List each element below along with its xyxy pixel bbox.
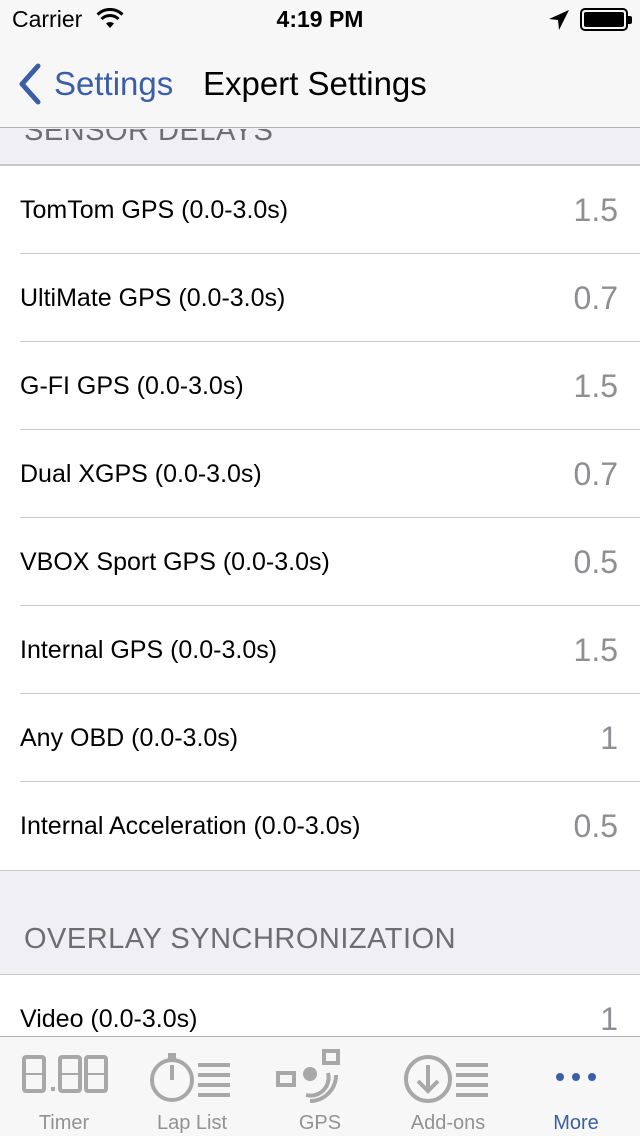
location-arrow-icon [549, 10, 569, 30]
tab-label: Lap List [156, 1112, 228, 1134]
list-item[interactable]: TomTom GPS (0.0-3.0s) 1.5 [0, 166, 640, 254]
list-item[interactable]: Any OBD (0.0-3.0s) 1 [0, 694, 640, 782]
row-value: 1.5 [573, 368, 618, 404]
row-value: 1 [600, 720, 618, 756]
row-value: 0.5 [573, 544, 618, 580]
row-label: Dual XGPS (0.0-3.0s) [20, 460, 262, 488]
row-label: TomTom GPS (0.0-3.0s) [20, 196, 289, 224]
tab-timer[interactable]: Timer [0, 1037, 128, 1136]
list-item[interactable]: Video (0.0-3.0s) 1 [0, 975, 640, 1036]
list-item[interactable]: Dual XGPS (0.0-3.0s) 0.7 [0, 430, 640, 518]
row-label: Internal Acceleration (0.0-3.0s) [20, 812, 361, 840]
tab-label: GPS [298, 1112, 342, 1134]
list-item[interactable]: Internal Acceleration (0.0-3.0s) 0.5 [0, 782, 640, 870]
row-value: 1.5 [573, 192, 618, 228]
back-button-label: Settings [54, 65, 174, 102]
section-header-sensor-delays: SENSOR DELAYS [0, 129, 640, 165]
row-label: Internal GPS (0.0-3.0s) [20, 636, 278, 664]
page-title: Expert Settings [203, 65, 427, 102]
tab-lap-list[interactable]: Lap List [128, 1037, 256, 1136]
row-label: G-FI GPS (0.0-3.0s) [20, 372, 244, 400]
row-value: 1 [600, 1001, 618, 1036]
back-button[interactable]: Settings [14, 62, 173, 106]
navigation-bar: Settings Expert Settings [0, 40, 640, 128]
status-bar: Carrier 4:19 PM [0, 0, 640, 40]
section-header-label: SENSOR DELAYS [24, 129, 274, 147]
section-header-overlay-synchronization: OVERLAY SYNCHRONIZATION [24, 923, 457, 955]
row-label: Video (0.0-3.0s) [20, 1005, 198, 1033]
list-item[interactable]: UltiMate GPS (0.0-3.0s) 0.7 [0, 254, 640, 342]
tab-bar: Timer Lap List GPS Add-ons More [0, 1036, 640, 1136]
sensor-delays-group: TomTom GPS (0.0-3.0s) 1.5 UltiMate GPS (… [0, 165, 640, 871]
row-value: 0.5 [573, 808, 618, 844]
list-item[interactable]: Internal GPS (0.0-3.0s) 1.5 [0, 606, 640, 694]
chevron-left-icon [19, 63, 41, 105]
more-dots-icon [556, 1073, 596, 1081]
tab-label: Add-ons [410, 1112, 486, 1134]
tab-add-ons[interactable]: Add-ons [384, 1037, 512, 1136]
battery-icon [580, 8, 632, 31]
row-label: UltiMate GPS (0.0-3.0s) [20, 284, 286, 312]
tab-label: Timer [38, 1112, 90, 1134]
clock: 4:19 PM [276, 6, 364, 32]
row-value: 1.5 [573, 632, 618, 668]
tab-label: More [553, 1112, 599, 1134]
timer-digits-icon [22, 1055, 108, 1093]
settings-list[interactable]: SENSOR DELAYS TomTom GPS (0.0-3.0s) 1.5 … [0, 129, 640, 1036]
row-value: 0.7 [573, 280, 618, 316]
list-item[interactable]: VBOX Sport GPS (0.0-3.0s) 0.5 [0, 518, 640, 606]
add-ons-download-icon [404, 1055, 488, 1103]
row-label: VBOX Sport GPS (0.0-3.0s) [20, 548, 330, 576]
tab-gps[interactable]: GPS [256, 1037, 384, 1136]
row-value: 0.7 [573, 456, 618, 492]
gps-signal-icon [276, 1049, 340, 1103]
overlay-sync-group: Video (0.0-3.0s) 1 [0, 974, 640, 1036]
lap-list-icon [150, 1053, 230, 1102]
list-item[interactable]: G-FI GPS (0.0-3.0s) 1.5 [0, 342, 640, 430]
row-label: Any OBD (0.0-3.0s) [20, 724, 239, 752]
tab-more[interactable]: More [512, 1037, 640, 1136]
